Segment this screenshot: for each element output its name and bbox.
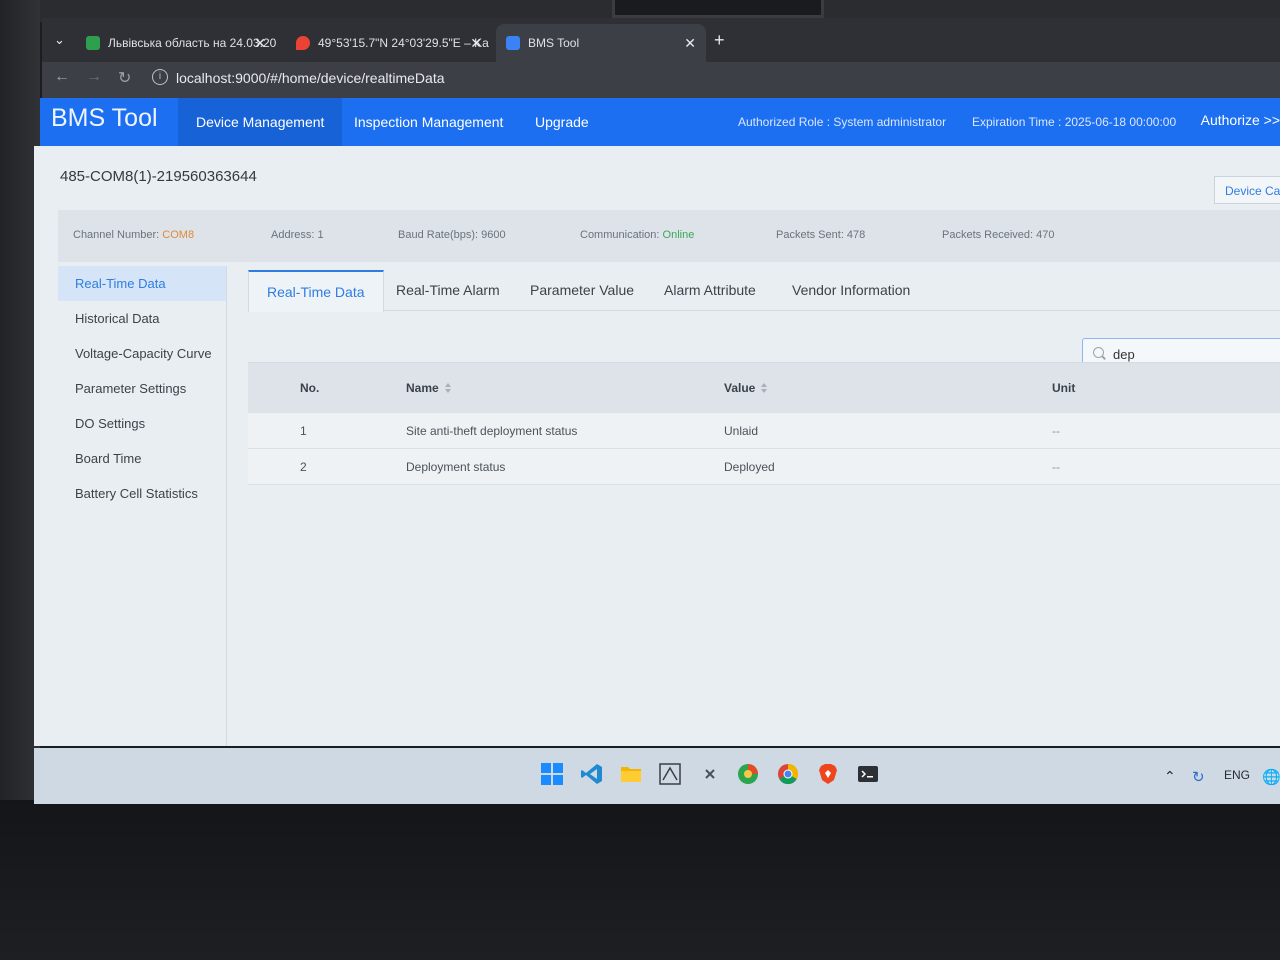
communication-label: Communication: xyxy=(580,229,663,241)
app-logo: BMS Tool xyxy=(51,104,158,132)
air-app-icon[interactable] xyxy=(658,762,682,786)
search-icon xyxy=(1093,347,1104,358)
column-unit: Unit xyxy=(1052,381,1076,395)
table-header: No. Name Value Unit xyxy=(248,363,1280,413)
tab-real-time-data[interactable]: Real-Time Data xyxy=(248,270,384,312)
packets-received: Packets Received: 470 xyxy=(942,229,1055,241)
sort-icon[interactable] xyxy=(444,383,451,393)
tab-alarm-attribute[interactable]: Alarm Attribute xyxy=(646,270,774,310)
browser-tab-maps[interactable]: 49°53'15.7"N 24°03'29.5"E – Ka ✕ xyxy=(286,24,492,62)
browser-tab-sheets[interactable]: Львівська область на 24.03.20 ✕ xyxy=(76,24,276,62)
wrench-icon xyxy=(506,36,520,50)
cell-unit: -- xyxy=(1052,423,1060,438)
expiration-time: Expiration Time : 2025-06-18 00:00:00 xyxy=(972,115,1177,129)
vscode-icon[interactable] xyxy=(580,762,604,786)
sidebar-item-board-time[interactable]: Board Time xyxy=(58,441,226,476)
address-bar: ← → ↻ i localhost:9000/#/home/device/rea… xyxy=(42,62,1280,98)
sync-icon[interactable]: ↻ xyxy=(1192,768,1205,786)
column-value-label: Value xyxy=(724,381,756,395)
device-title: 485-COM8(1)-219560363644 xyxy=(60,168,257,185)
main-content: 485-COM8(1)-219560363644 Device Catalog … xyxy=(34,146,1280,746)
reload-icon[interactable]: ↻ xyxy=(118,68,131,88)
tab-search-chevron-icon[interactable]: ⌄ xyxy=(54,32,65,48)
table-row: 2 Deployment status Deployed -- xyxy=(248,449,1280,485)
tab-title: 49°53'15.7"N 24°03'29.5"E – Ka xyxy=(318,36,489,50)
device-catalog-button[interactable]: Device Catalog xyxy=(1214,176,1280,204)
cell-unit: -- xyxy=(1052,459,1060,474)
close-icon[interactable]: ✕ xyxy=(470,35,482,52)
terminal-icon[interactable] xyxy=(856,762,880,786)
channel-value: COM8 xyxy=(162,229,195,241)
channel-number: Channel Number: COM8 xyxy=(73,229,194,241)
cell-value: Deployed xyxy=(724,459,775,474)
tab-vendor-information[interactable]: Vendor Information xyxy=(774,270,928,310)
menu-inspection-management[interactable]: Inspection Management xyxy=(336,98,521,146)
desk-surface xyxy=(0,800,1280,960)
sidebar: Real-Time Data Historical Data Voltage-C… xyxy=(58,266,227,746)
maps-pin-icon xyxy=(296,36,310,50)
brave-icon[interactable] xyxy=(816,762,840,786)
channel-label: Channel Number: xyxy=(73,229,163,241)
site-info-icon[interactable]: i xyxy=(152,69,168,85)
sidebar-item-historical-data[interactable]: Historical Data xyxy=(58,301,226,336)
tab-real-time-alarm[interactable]: Real-Time Alarm xyxy=(378,270,518,310)
cell-no: 2 xyxy=(300,459,307,474)
app-header: BMS Tool Device Management Inspection Ma… xyxy=(40,98,1280,146)
column-value[interactable]: Value xyxy=(724,363,768,413)
tab-title: BMS Tool xyxy=(528,36,580,50)
sidebar-item-do-settings[interactable]: DO Settings xyxy=(58,406,226,441)
sort-icon[interactable] xyxy=(761,383,768,393)
windows-start-icon[interactable] xyxy=(540,762,564,786)
globe-icon[interactable]: 🌐 xyxy=(1262,768,1280,786)
address: Address: 1 xyxy=(271,229,324,241)
cell-value: Unlaid xyxy=(724,423,759,438)
language-indicator[interactable]: ENG xyxy=(1224,768,1250,782)
column-name[interactable]: Name xyxy=(406,363,451,413)
menu-upgrade[interactable]: Upgrade xyxy=(517,98,607,146)
column-name-label: Name xyxy=(406,381,439,395)
chrome-icon[interactable] xyxy=(776,762,800,786)
back-arrow-icon[interactable]: ← xyxy=(54,68,70,86)
cell-name: Deployment status xyxy=(406,459,506,474)
new-tab-plus-icon[interactable]: + xyxy=(714,30,725,51)
windows-taskbar: ⌃ ↻ ENG 🌐 xyxy=(34,748,1280,804)
communication-status: Communication: Online xyxy=(580,229,694,241)
sidebar-item-battery-cell-statistics[interactable]: Battery Cell Statistics xyxy=(58,476,226,511)
data-table: No. Name Value Unit 1 Site anti-theft de… xyxy=(248,362,1280,485)
sidebar-item-voltage-capacity-curve[interactable]: Voltage-Capacity Curve xyxy=(58,336,226,371)
tray-chevron-up-icon[interactable]: ⌃ xyxy=(1164,768,1176,785)
tab-title: Львівська область на 24.03.20 xyxy=(108,36,276,50)
tab-parameter-value[interactable]: Parameter Value xyxy=(512,270,652,310)
monitor-camera-notch xyxy=(612,0,824,18)
packets-sent: Packets Sent: 478 xyxy=(776,229,866,241)
table-row: 1 Site anti-theft deployment status Unla… xyxy=(248,413,1280,449)
tool-icon[interactable] xyxy=(698,762,722,786)
file-explorer-icon[interactable] xyxy=(619,762,643,786)
browser-tab-strip: ⌄ Львівська область на 24.03.20 ✕ 49°53'… xyxy=(42,18,1280,62)
sidebar-item-parameter-settings[interactable]: Parameter Settings xyxy=(58,371,226,406)
browser-tab-bms-tool[interactable]: BMS Tool ✕ xyxy=(496,24,706,62)
sidebar-item-real-time-data[interactable]: Real-Time Data xyxy=(58,266,226,301)
content-tabs: Real-Time Data Real-Time Alarm Parameter… xyxy=(248,270,1280,312)
cell-name: Site anti-theft deployment status xyxy=(406,423,578,438)
authorized-role: Authorized Role : System administrator xyxy=(738,115,947,129)
cell-no: 1 xyxy=(300,423,307,438)
close-icon[interactable]: ✕ xyxy=(684,35,696,52)
menu-device-management[interactable]: Device Management xyxy=(178,98,343,146)
search-input[interactable] xyxy=(1111,344,1275,364)
sheets-icon xyxy=(86,36,100,50)
forward-arrow-icon[interactable]: → xyxy=(86,68,102,86)
baud-rate: Baud Rate(bps): 9600 xyxy=(398,229,506,241)
green-browser-icon[interactable] xyxy=(736,762,760,786)
close-icon[interactable]: ✕ xyxy=(254,35,266,52)
communication-value: Online xyxy=(662,229,695,241)
device-info-bar: Channel Number: COM8 Address: 1 Baud Rat… xyxy=(58,210,1280,262)
column-no: No. xyxy=(300,381,320,395)
authorize-link[interactable]: Authorize >> xyxy=(1201,112,1280,128)
url-field[interactable]: localhost:9000/#/home/device/realtimeDat… xyxy=(176,70,445,86)
